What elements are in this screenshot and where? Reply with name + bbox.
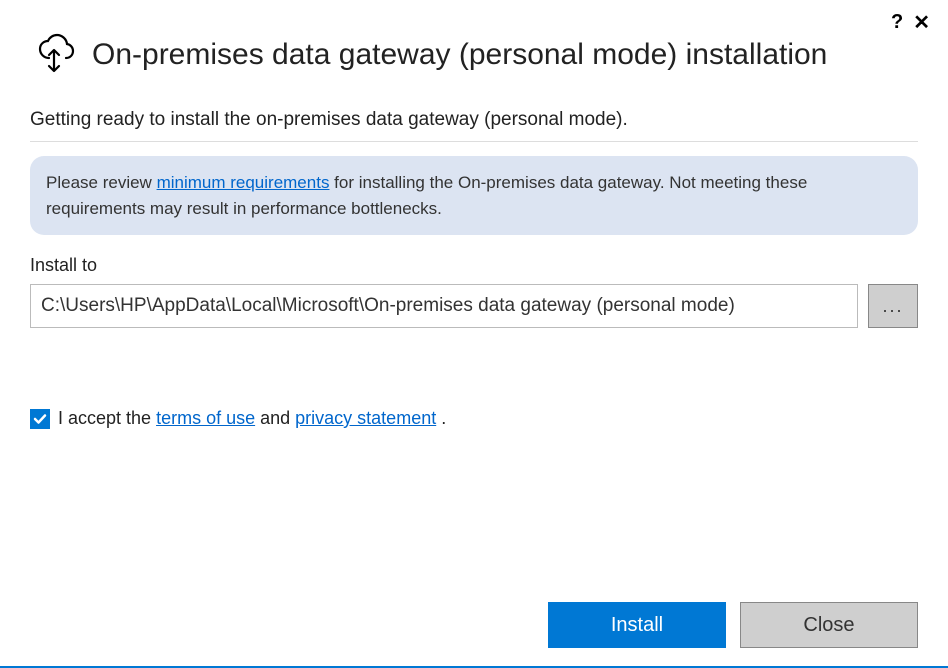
divider [30, 141, 918, 142]
header: On-premises data gateway (personal mode)… [0, 0, 948, 91]
terms-suffix: . [436, 408, 446, 428]
install-path-input[interactable] [30, 284, 858, 328]
footer: Install Close [0, 584, 948, 668]
close-icon[interactable]: ✕ [913, 10, 930, 35]
close-button[interactable]: Close [740, 602, 918, 648]
help-icon[interactable]: ? [891, 11, 903, 34]
page-title: On-premises data gateway (personal mode)… [92, 38, 827, 72]
terms-middle: and [255, 408, 295, 428]
subtitle: Getting ready to install the on-premises… [0, 91, 948, 141]
terms-prefix: I accept the [58, 408, 156, 428]
min-requirements-link[interactable]: minimum requirements [157, 173, 330, 192]
terms-of-use-link[interactable]: terms of use [156, 408, 255, 428]
accept-terms-checkbox[interactable] [30, 409, 50, 429]
terms-section: I accept the terms of use and privacy st… [0, 328, 948, 429]
info-prefix: Please review [46, 173, 157, 192]
info-box: Please review minimum requirements for i… [30, 156, 918, 235]
install-label: Install to [30, 255, 918, 276]
terms-text: I accept the terms of use and privacy st… [58, 408, 446, 429]
privacy-statement-link[interactable]: privacy statement [295, 408, 436, 428]
cloud-gateway-icon [30, 28, 78, 81]
browse-button[interactable]: ... [868, 284, 918, 328]
install-section: Install to ... [0, 235, 948, 328]
install-button[interactable]: Install [548, 602, 726, 648]
